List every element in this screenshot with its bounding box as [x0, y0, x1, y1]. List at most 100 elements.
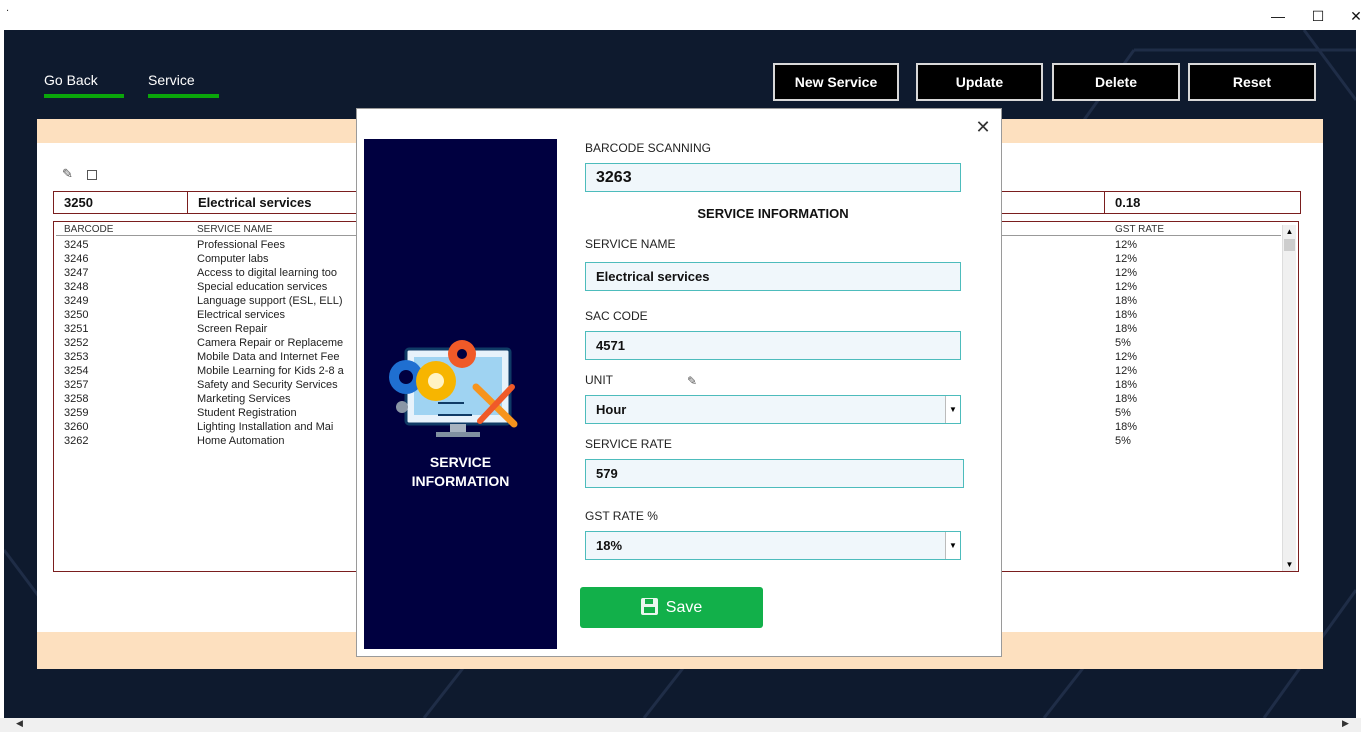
selected-middle-cell — [1000, 191, 1105, 214]
minimize-icon[interactable]: — — [1268, 6, 1288, 26]
table-row-service-name[interactable]: Screen Repair — [197, 322, 357, 336]
table-row-barcode[interactable]: 3246 — [64, 252, 88, 266]
unit-selected-value: Hour — [596, 402, 627, 417]
table-row-service-name[interactable]: Safety and Security Services — [197, 378, 357, 392]
reset-button[interactable]: Reset — [1188, 63, 1316, 101]
select-checkbox[interactable] — [87, 170, 97, 180]
selected-gst-rate: 0.18 — [1104, 191, 1301, 214]
table-row-gst[interactable]: 12% — [1115, 350, 1137, 364]
table-row-gst[interactable]: 12% — [1115, 266, 1137, 280]
sac-code-input[interactable]: 4571 — [585, 331, 961, 360]
close-icon[interactable]: ✕ — [974, 117, 992, 139]
pencil-icon: ✎ — [687, 374, 698, 388]
header-service-name: SERVICE NAME — [197, 224, 273, 235]
dialog-sidebar: SERVICE INFORMATION — [364, 139, 557, 649]
gst-selected-value: 18% — [596, 538, 623, 553]
table-row-barcode[interactable]: 3247 — [64, 266, 88, 280]
table-row-barcode[interactable]: 3250 — [64, 308, 88, 322]
service-rate-label: SERVICE RATE — [585, 437, 672, 451]
list-vertical-scrollbar[interactable]: ▲ ▼ — [1282, 225, 1296, 571]
sidebar-title-line2: INFORMATION — [411, 473, 510, 489]
table-row-barcode[interactable]: 3259 — [64, 406, 88, 420]
table-row-gst[interactable]: 12% — [1115, 280, 1137, 294]
window-titlebar: . — ☐ ✕ — [0, 0, 1361, 30]
scroll-left-icon[interactable]: ◀ — [16, 718, 23, 729]
gst-rate-dropdown[interactable]: 18% ▼ — [585, 531, 961, 560]
service-rate-input[interactable]: 579 — [585, 459, 964, 488]
service-information-dialog: ✕ SERVICE INFORMATION BARCODE SCANNING 3… — [356, 108, 1002, 657]
floppy-disk-icon — [640, 598, 658, 615]
save-button[interactable]: Save — [580, 587, 763, 628]
table-row-barcode[interactable]: 3257 — [64, 378, 88, 392]
maximize-icon[interactable]: ☐ — [1308, 6, 1328, 26]
table-row-service-name[interactable]: Lighting Installation and Mai — [197, 420, 357, 434]
table-row-service-name[interactable]: Home Automation — [197, 434, 357, 448]
table-row-service-name[interactable]: Language support (ESL, ELL) — [197, 294, 357, 308]
table-row-service-name[interactable]: Marketing Services — [197, 392, 357, 406]
table-row-service-name[interactable]: Student Registration — [197, 406, 357, 420]
table-row-gst[interactable]: 18% — [1115, 392, 1137, 406]
table-row-gst[interactable]: 18% — [1115, 294, 1137, 308]
go-back-link[interactable]: Go Back — [44, 72, 124, 98]
close-icon[interactable]: ✕ — [1346, 6, 1361, 26]
window-horizontal-scrollbar[interactable]: ◀ ▶ — [0, 718, 1361, 732]
selected-service-name: Electrical services — [187, 191, 357, 214]
gst-rate-label: GST RATE % — [585, 509, 658, 523]
chevron-down-icon[interactable]: ▼ — [945, 396, 960, 423]
service-illustration-icon — [389, 340, 518, 437]
table-row-gst[interactable]: 12% — [1115, 364, 1137, 378]
pencil-icon[interactable]: ✎ — [62, 166, 73, 182]
table-row-barcode[interactable]: 3262 — [64, 434, 88, 448]
barcode-input[interactable]: 3263 — [585, 163, 961, 192]
table-row-barcode[interactable]: 3248 — [64, 280, 88, 294]
selected-barcode: 3250 — [53, 191, 188, 214]
table-row-gst[interactable]: 18% — [1115, 378, 1137, 392]
table-row-gst[interactable]: 5% — [1115, 434, 1137, 448]
table-row-barcode[interactable]: 3252 — [64, 336, 88, 350]
table-row-service-name[interactable]: Professional Fees — [197, 238, 357, 252]
service-link[interactable]: Service — [148, 72, 219, 98]
delete-button[interactable]: Delete — [1052, 63, 1180, 101]
service-name-label: SERVICE NAME — [585, 237, 676, 251]
table-row-gst[interactable]: 5% — [1115, 336, 1137, 350]
table-row-barcode[interactable]: 3260 — [64, 420, 88, 434]
table-row-gst[interactable]: 12% — [1115, 252, 1137, 266]
table-row-service-name[interactable]: Access to digital learning too — [197, 266, 357, 280]
table-row-gst[interactable]: 12% — [1115, 238, 1137, 252]
unit-label: UNIT — [585, 373, 613, 387]
table-row-gst[interactable]: 18% — [1115, 420, 1137, 434]
scroll-up-icon[interactable]: ▲ — [1283, 225, 1296, 238]
update-button[interactable]: Update — [916, 63, 1043, 101]
table-row-service-name[interactable]: Mobile Data and Internet Fee — [197, 350, 357, 364]
barcode-column: 3245 3246 3247 3248 3249 3250 3251 3252 … — [64, 238, 88, 448]
gst-rate-column: 12% 12% 12% 12% 18% 18% 18% 5% 12% 12% 1… — [1115, 238, 1137, 448]
scroll-right-icon[interactable]: ▶ — [1342, 718, 1349, 729]
table-row-service-name[interactable]: Camera Repair or Replaceme — [197, 336, 357, 350]
table-row-service-name[interactable]: Mobile Learning for Kids 2-8 a — [197, 364, 357, 378]
table-row-service-name[interactable]: Special education services — [197, 280, 357, 294]
table-row-barcode[interactable]: 3245 — [64, 238, 88, 252]
table-row-barcode[interactable]: 3249 — [64, 294, 88, 308]
table-row-barcode[interactable]: 3258 — [64, 392, 88, 406]
table-row-gst[interactable]: 18% — [1115, 308, 1137, 322]
table-row-barcode[interactable]: 3253 — [64, 350, 88, 364]
scroll-down-icon[interactable]: ▼ — [1283, 558, 1296, 571]
table-row-service-name[interactable]: Electrical services — [197, 308, 357, 322]
sidebar-title: SERVICE INFORMATION — [364, 453, 557, 491]
window-title: . — [6, 2, 10, 14]
table-row-barcode[interactable]: 3251 — [64, 322, 88, 336]
table-row-barcode[interactable]: 3254 — [64, 364, 88, 378]
service-name-input[interactable]: Electrical services — [585, 262, 961, 291]
save-label: Save — [665, 599, 703, 616]
sidebar-title-line1: SERVICE — [429, 454, 492, 470]
chevron-down-icon[interactable]: ▼ — [945, 532, 960, 559]
service-name-column: Professional Fees Computer labs Access t… — [197, 238, 357, 448]
table-row-service-name[interactable]: Computer labs — [197, 252, 357, 266]
scroll-thumb[interactable] — [1284, 239, 1295, 251]
unit-dropdown[interactable]: Hour ▼ — [585, 395, 961, 424]
new-service-button[interactable]: New Service — [773, 63, 899, 101]
table-row-gst[interactable]: 18% — [1115, 322, 1137, 336]
barcode-label: BARCODE SCANNING — [585, 141, 712, 155]
sac-code-label: SAC CODE — [585, 309, 648, 323]
table-row-gst[interactable]: 5% — [1115, 406, 1137, 420]
